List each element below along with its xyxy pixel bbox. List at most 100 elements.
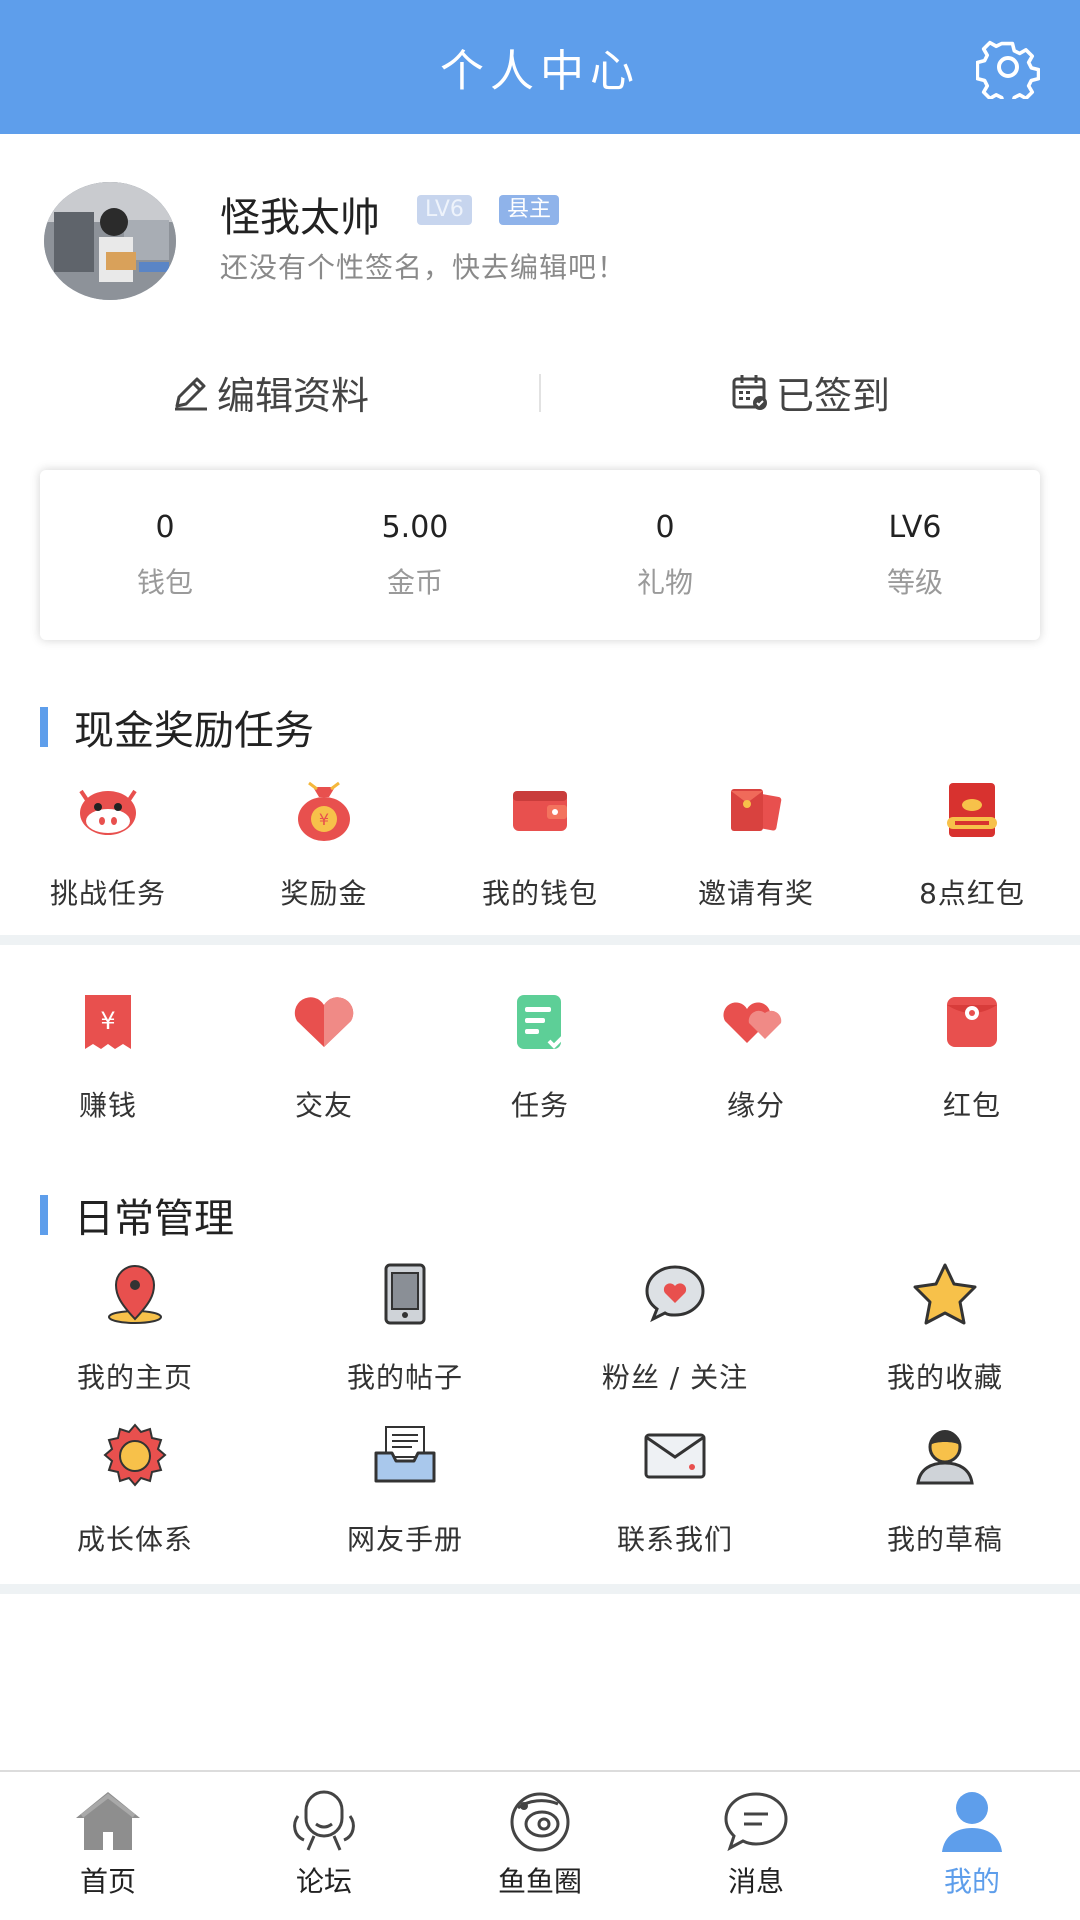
grid-item-my-homepage[interactable]: 我的主页 (0, 1254, 270, 1396)
grid-item-label: 我的帖子 (346, 1361, 463, 1394)
grid-item-label: 红包 (942, 1089, 1001, 1122)
cow-icon (79, 789, 137, 835)
stats-card: 0 钱包 5.00 金币 0 礼物 LV6 等级 (40, 470, 1040, 640)
grid-item-challenge[interactable]: 挑战任务 (0, 770, 216, 912)
location-pin-icon (108, 1265, 162, 1324)
tab-home[interactable]: 首页 (0, 1772, 216, 1920)
grid-item-my-posts[interactable]: 我的帖子 (270, 1254, 540, 1396)
checkin-label: 已签到 (775, 373, 890, 418)
grid-item-label: 我的草稿 (886, 1523, 1003, 1556)
grid-item-label: 我的收藏 (886, 1361, 1003, 1394)
grid-item-contact-us[interactable]: 联系我们 (540, 1416, 810, 1558)
edit-profile-button[interactable]: 编辑资料 (0, 352, 540, 432)
wallet-icon (513, 791, 567, 831)
grid-item-earn[interactable]: ¥ 赚钱 (0, 982, 216, 1124)
grid-item-tasks[interactable]: 任务 (432, 982, 648, 1124)
stat-coins[interactable]: 5.00 金币 (290, 470, 540, 640)
tab-fish-circle[interactable]: 鱼鱼圈 (432, 1772, 648, 1920)
inbox-tray-icon (374, 1426, 436, 1483)
svg-text:¥: ¥ (100, 1007, 115, 1035)
medal-icon (103, 1423, 167, 1487)
action-divider (539, 374, 541, 412)
tab-label: 论坛 (295, 1865, 352, 1898)
grid-item-user-guide[interactable]: 网友手册 (270, 1416, 540, 1558)
section-separator (0, 1584, 1080, 1594)
grid-item-label: 挑战任务 (49, 877, 166, 910)
grid-item-label: 奖励金 (280, 877, 368, 910)
planet-icon (510, 1792, 570, 1852)
money-bag-icon: ¥ (298, 781, 350, 841)
top-bar: 个人中心 (0, 0, 1080, 134)
tab-label: 鱼鱼圈 (497, 1865, 582, 1898)
rank-badge: 县主 (499, 195, 560, 225)
avatar[interactable] (44, 182, 176, 300)
grid-item-invite[interactable]: 邀请有奖 (648, 770, 864, 912)
grid-item-bonus[interactable]: ¥ 奖励金 (216, 770, 432, 912)
task-icon (517, 995, 565, 1049)
cash-grid-row2: ¥ 赚钱 交友 任务 缘分 红包 (0, 982, 1080, 1124)
section-title-cash: 现金奖励任务 (40, 698, 314, 756)
forum-icon (293, 1790, 355, 1851)
stat-value: 5.00 (381, 509, 449, 545)
grid-item-fans-follow[interactable]: 粉丝 / 关注 (540, 1254, 810, 1396)
section-title-daily: 日常管理 (40, 1186, 234, 1244)
tab-label: 首页 (79, 1865, 136, 1898)
grid-item-fate[interactable]: 缘分 (648, 982, 864, 1124)
page-title: 个人中心 (440, 46, 640, 97)
gear-icon[interactable] (976, 35, 1040, 99)
signature[interactable]: 还没有个性签名，快去编辑吧！ (220, 246, 626, 286)
red-envelopes-icon (731, 789, 782, 831)
grid-item-drafts[interactable]: 我的草稿 (810, 1416, 1080, 1558)
daily-grid-row1: 我的主页 我的帖子 粉丝 / 关注 我的收藏 (0, 1254, 1080, 1396)
grid-item-favorites[interactable]: 我的收藏 (810, 1254, 1080, 1396)
stat-label: 金币 (386, 565, 443, 599)
grid-item-label: 赚钱 (78, 1089, 137, 1122)
stat-label: 等级 (886, 565, 943, 599)
bottom-tab-bar: 首页 论坛 鱼鱼圈 消息 我的 (0, 1770, 1080, 1920)
tab-label: 消息 (727, 1865, 784, 1898)
section-accent-bar (40, 707, 48, 747)
grid-item-label: 任务 (510, 1089, 569, 1122)
user-icon (942, 1792, 1002, 1852)
tab-mine[interactable]: 我的 (864, 1772, 1080, 1920)
get-red-packet-icon (947, 783, 997, 837)
level-badge: LV6 (417, 195, 472, 225)
section-title-text: 现金奖励任务 (74, 708, 314, 754)
heart-icon (294, 997, 354, 1047)
grid-item-label: 8点红包 (919, 877, 1025, 910)
grid-item-label: 粉丝 / 关注 (601, 1361, 749, 1394)
grid-item-label: 联系我们 (616, 1523, 733, 1556)
tab-messages[interactable]: 消息 (648, 1772, 864, 1920)
yuan-receipt-icon: ¥ (85, 995, 131, 1049)
edit-profile-label: 编辑资料 (216, 373, 369, 418)
grid-item-label: 我的钱包 (481, 877, 598, 910)
stat-label: 礼物 (636, 565, 693, 599)
grid-item-label: 邀请有奖 (697, 877, 814, 910)
section-accent-bar (40, 1195, 48, 1235)
tab-forum[interactable]: 论坛 (216, 1772, 432, 1920)
grid-item-growth[interactable]: 成长体系 (0, 1416, 270, 1558)
grid-item-label: 交友 (294, 1089, 353, 1122)
double-heart-icon (723, 1002, 782, 1043)
grid-item-label: 我的主页 (76, 1361, 193, 1394)
stat-value: 0 (655, 509, 675, 545)
grid-item-my-wallet[interactable]: 我的钱包 (432, 770, 648, 912)
envelope-icon (644, 1433, 706, 1479)
calendar-check-icon (732, 375, 767, 410)
grid-item-8pm-red-packet[interactable]: 8点红包 (864, 770, 1080, 912)
grid-item-red-packet[interactable]: 红包 (864, 982, 1080, 1124)
svg-text:¥: ¥ (319, 810, 329, 829)
pencil-icon (174, 377, 207, 411)
stat-wallet[interactable]: 0 钱包 (40, 470, 290, 640)
section-title-text: 日常管理 (74, 1196, 234, 1242)
profile-page: 个人中心 怪我太帅 LV6 县主 还没有个性签名，快去编辑吧！ 编辑资料 已签到… (0, 0, 1080, 1920)
stat-level[interactable]: LV6 等级 (790, 470, 1040, 640)
heart-bubble-icon (645, 1265, 705, 1323)
stat-gifts[interactable]: 0 礼物 (540, 470, 790, 640)
stat-value: 0 (155, 509, 175, 545)
red-packet-icon (947, 997, 997, 1047)
checkin-button[interactable]: 已签到 (540, 352, 1080, 432)
grid-item-friends[interactable]: 交友 (216, 982, 432, 1124)
grid-item-label: 缘分 (726, 1089, 785, 1122)
tablet-icon (384, 1263, 426, 1325)
